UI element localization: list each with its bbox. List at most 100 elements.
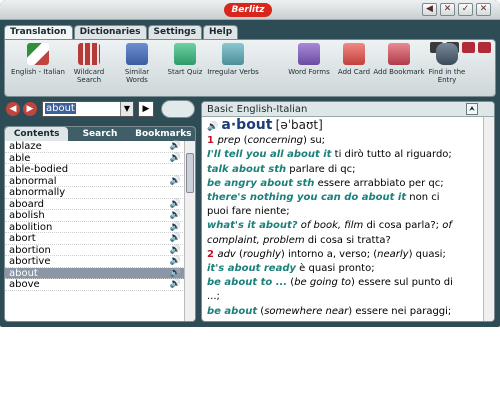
speaker-icon[interactable]: 🔊 [170, 256, 181, 268]
tool-word-forms[interactable]: Word Forms [285, 43, 333, 76]
word-list: ablaze 🔊 able 🔊 able-bodied abnormal 🔊 abno… [5, 141, 185, 321]
similar-words-icon [126, 43, 148, 65]
entry-text: non ci [406, 192, 440, 204]
list-item[interactable]: abnormal 🔊 [5, 176, 185, 188]
entry-text: concerning [247, 135, 304, 147]
binoculars-icon [436, 43, 458, 65]
entry-line: be about to ... (be going to) essere sul… [207, 276, 483, 290]
example-phrase: there's nothing you can do about it [207, 192, 407, 204]
entry-text: complaint, problem [207, 234, 305, 246]
entry-line: what's it about? of book, film di cosa p… [207, 219, 483, 233]
entry-text: di cosa parla?; [363, 220, 443, 232]
list-item[interactable]: abortive 🔊 [5, 256, 185, 268]
verbs-icon [222, 43, 244, 65]
tab-dictionaries[interactable]: Dictionaries [73, 25, 147, 39]
entry-line: be about (somewhere near) essere nei par… [207, 305, 483, 319]
example-phrase: be about to ... [207, 277, 288, 289]
speaker-icon[interactable]: 🔊 [170, 141, 181, 153]
entry-text: ) quasi; [408, 248, 446, 260]
title-bar[interactable]: Berlitz ◀ ✕ ✓ ✕ [0, 0, 500, 20]
maximize-button[interactable]: ✓ [458, 3, 473, 16]
search-dropdown-button[interactable]: ▼ [120, 102, 133, 116]
entry-line: ...; [207, 290, 483, 304]
list-item[interactable]: abortion 🔊 [5, 245, 185, 257]
forward-arrow-icon[interactable]: ▶ [23, 102, 37, 116]
speaker-icon[interactable]: 🔊 [170, 210, 181, 222]
entry-text: ) su; [303, 135, 326, 147]
speaker-icon[interactable]: 🔊 [207, 122, 218, 132]
example-phrase: I'll tell you all about it [207, 149, 332, 161]
list-item-selected[interactable]: about 🔊 [5, 267, 185, 280]
list-item[interactable]: able-bodied [5, 164, 185, 176]
tool-wildcard-search[interactable]: Wildcard Search [67, 43, 111, 84]
list-item[interactable]: above 🔊 [5, 279, 185, 291]
example-phrase: talk about sth [207, 163, 287, 175]
tool-english-italian[interactable]: English - Italian [9, 43, 67, 76]
tool-irregular-verbs[interactable]: Irregular Verbs [207, 43, 259, 76]
options-icon[interactable] [478, 42, 491, 53]
close-button[interactable]: ✕ [476, 3, 491, 16]
wildcard-grid-icon [78, 43, 100, 65]
tab-search[interactable]: Search [68, 127, 131, 141]
back-arrow-icon[interactable]: ◀ [6, 102, 20, 116]
entry-text: ...; [207, 291, 220, 303]
sense-number: 2 [207, 248, 218, 260]
tab-help[interactable]: Help [202, 25, 239, 39]
headword: a·bout [221, 117, 273, 133]
tab-bookmarks[interactable]: Bookmarks [132, 127, 195, 141]
example-phrase: be angry about sth [207, 177, 315, 189]
back-window-button[interactable]: ◀ [422, 3, 437, 16]
list-item[interactable]: abnormally [5, 187, 185, 199]
tab-settings[interactable]: Settings [147, 25, 202, 39]
entry-text: è quasi pronto; [296, 263, 375, 275]
scroll-thumb[interactable] [186, 153, 194, 193]
tool-add-bookmark[interactable]: Add Bookmark [373, 43, 425, 76]
speaker-icon[interactable]: 🔊 [170, 176, 181, 188]
word-list-scrollbar[interactable] [184, 141, 195, 321]
list-item[interactable]: ablaze 🔊 [5, 141, 185, 153]
tool-start-quiz[interactable]: Start Quiz [163, 43, 207, 76]
entry-line: puoi fare niente; [207, 205, 483, 219]
collapse-icon[interactable]: ⮝ [466, 103, 478, 115]
entry-line: I'll tell you all about it ti dirò tutto… [207, 148, 483, 162]
speaker-icon[interactable]: 🔊 [170, 222, 181, 234]
dictionary-title-bar: Basic English-Italian ⮝ [202, 102, 494, 117]
list-item[interactable]: abolition 🔊 [5, 222, 185, 234]
go-button[interactable]: ▶ [138, 101, 154, 117]
entry-text: be going to [294, 277, 352, 289]
quiz-checkmark-icon [174, 43, 196, 65]
berlitz-logo: Berlitz [224, 3, 272, 17]
entry-line: 1 prep (concerning) su; [207, 134, 483, 148]
entry-line: be angry about sth essere arrabbiato per… [207, 177, 483, 191]
entry-text: ti dirò tutto al riguardo; [331, 149, 452, 161]
list-item[interactable]: able 🔊 [5, 153, 185, 165]
speaker-icon[interactable]: 🔊 [170, 268, 181, 280]
flags-icon [27, 43, 49, 65]
tool-similar-words[interactable]: Similar Words [113, 43, 161, 84]
speaker-icon[interactable]: 🔊 [170, 279, 181, 291]
entry-text: ) essere sul punto di [351, 277, 453, 289]
speaker-icon[interactable]: 🔊 [170, 153, 181, 165]
tab-translation[interactable]: Translation [4, 25, 73, 39]
entry-text: ) essere nei paraggi; [348, 305, 452, 317]
speaker-icon[interactable]: 🔊 [170, 233, 181, 245]
list-item[interactable]: abolish 🔊 [5, 210, 185, 222]
entry-text: of book, film [300, 220, 364, 232]
entry-scrollbar[interactable] [483, 117, 494, 321]
pronounce-icon[interactable] [161, 100, 195, 118]
tool-add-card[interactable]: Add Card [335, 43, 373, 76]
entry-text: prep [217, 135, 244, 147]
list-item[interactable]: aboard 🔊 [5, 199, 185, 211]
sense-number: 1 [207, 135, 218, 147]
minimize-button[interactable]: ✕ [440, 3, 455, 16]
tool-find-in-entry[interactable]: Find in the Entry [425, 43, 469, 84]
entry-line: it's about ready è quasi pronto; [207, 262, 483, 276]
dictionary-entry: 🔊 a·bout [əˈbaʊt] 1 prep (concerning) su… [207, 118, 483, 321]
entry-text: roughly [242, 248, 281, 260]
list-item[interactable]: abort 🔊 [5, 233, 185, 245]
example-phrase: be about [207, 305, 258, 317]
tab-contents[interactable]: Contents [5, 127, 69, 141]
speaker-icon[interactable]: 🔊 [170, 245, 181, 257]
speaker-icon[interactable]: 🔊 [170, 199, 181, 211]
pronunciation: [əˈbaʊt] [275, 118, 323, 132]
